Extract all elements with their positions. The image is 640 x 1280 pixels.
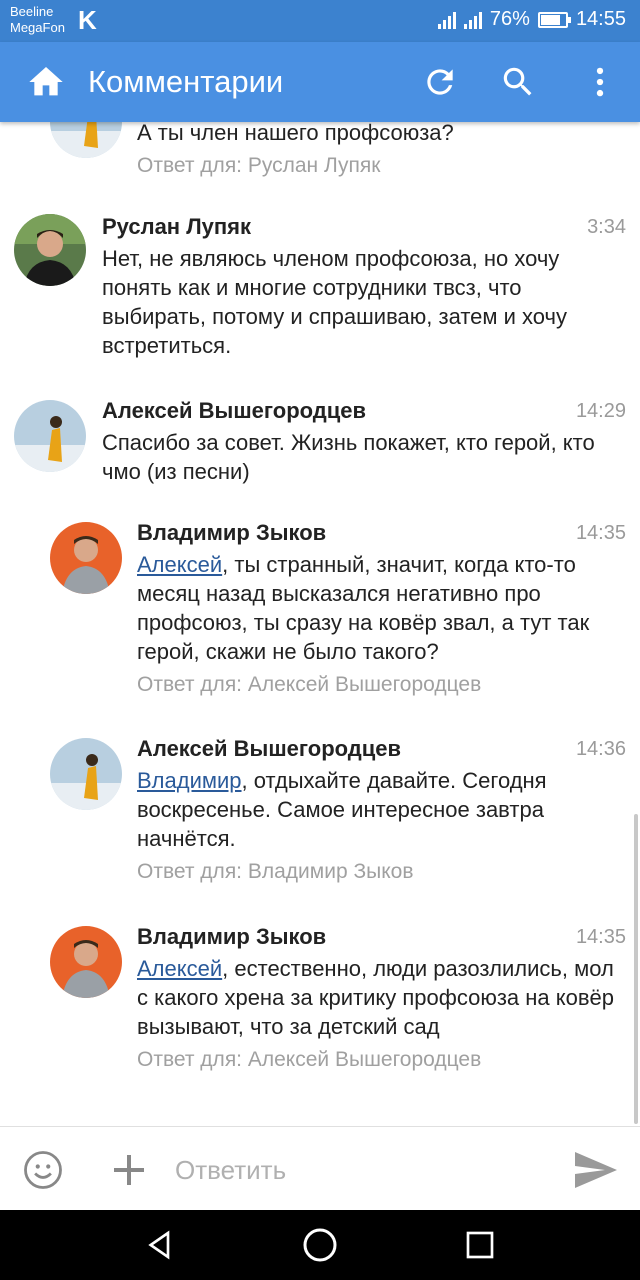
- reply-to-label[interactable]: Ответ для: Алексей Вышегородцев: [137, 1045, 626, 1075]
- comment-text: Алексей, ты странный, значит, когда кто-…: [137, 550, 626, 666]
- status-bar: Beeline MegaFon K 76% 14:55: [0, 0, 640, 42]
- avatar-ruslan[interactable]: [14, 214, 86, 286]
- comment-text: А ты член нашего профсоюза?: [137, 122, 454, 145]
- home-circle-icon[interactable]: [300, 1225, 340, 1265]
- comment-author[interactable]: Руслан Лупяк: [102, 212, 626, 242]
- scrollbar[interactable]: [634, 814, 638, 1124]
- system-nav-bar: [0, 1210, 640, 1280]
- back-triangle-icon[interactable]: [140, 1225, 180, 1265]
- more-vert-icon[interactable]: [578, 60, 622, 104]
- avatar-aleksey[interactable]: [50, 122, 122, 158]
- battery-percent: 76%: [489, 8, 530, 30]
- recents-square-icon[interactable]: [460, 1225, 500, 1265]
- comment-time: 14:35: [575, 926, 626, 948]
- comment-author[interactable]: Владимир Зыков: [137, 922, 626, 952]
- carrier-2: MegaFon: [10, 20, 65, 35]
- reply-to-label[interactable]: Ответ для: Владимир Зыков: [137, 857, 626, 887]
- comment-text: Владимир, отдыхайте давайте. Сегодня вос…: [137, 766, 626, 853]
- reply-input[interactable]: Ответить: [175, 1153, 286, 1187]
- comment-author[interactable]: Владимир Зыков: [137, 518, 626, 548]
- avatar-vladimir[interactable]: [50, 522, 122, 594]
- search-icon[interactable]: [496, 60, 540, 104]
- reply-bar: Ответить: [0, 1126, 640, 1211]
- carrier-labels: Beeline MegaFon: [10, 4, 65, 36]
- comment-text: Спасибо за совет. Жизнь покажет, кто гер…: [102, 430, 595, 484]
- app-badge-icon: K: [78, 5, 97, 35]
- clock: 14:55: [575, 8, 626, 30]
- signal-1-icon: [437, 11, 456, 29]
- carrier-1: Beeline: [10, 4, 54, 19]
- comment-time: 14:36: [575, 738, 626, 760]
- home-icon[interactable]: [26, 62, 66, 102]
- app-bar: Комментарии: [0, 42, 640, 122]
- reply-to-label[interactable]: Ответ для: Алексей Вышегородцев: [137, 670, 626, 700]
- mention-link[interactable]: Алексей: [137, 552, 222, 577]
- avatar-vladimir[interactable]: [50, 926, 122, 998]
- signal-2-icon: [463, 11, 482, 29]
- comment-text: Алексей, естественно, люди разозлились, …: [137, 954, 626, 1041]
- avatar-aleksey[interactable]: [50, 738, 122, 810]
- comment-item: Руслан Лупяк 3:34 Нет, не являюсь членом…: [0, 212, 640, 372]
- mention-link[interactable]: Алексей: [137, 956, 222, 981]
- avatar-aleksey[interactable]: [14, 400, 86, 472]
- battery-icon: [537, 11, 571, 28]
- comment-item: Алексей Вышегородцев 14:29 Спасибо за со…: [0, 396, 640, 506]
- comment-item: Владимир Зыков 14:35 Алексей, естественн…: [0, 922, 640, 1112]
- comment-author[interactable]: Алексей Вышегородцев: [137, 734, 626, 764]
- page-title: Комментарии: [88, 64, 284, 99]
- comment-item: Владимир Зыков 14:35 Алексей, ты странны…: [0, 518, 640, 708]
- comment-author[interactable]: Алексей Вышегородцев: [102, 396, 626, 426]
- comment-time: 3:34: [587, 216, 626, 238]
- reply-to-label[interactable]: Ответ для: Руслан Лупяк: [137, 151, 617, 181]
- comment-time: 14:35: [575, 522, 626, 544]
- comment-time: 14:29: [575, 400, 626, 422]
- comment-item: Алексей Вышегородцев 14:36 Владимир, отд…: [0, 734, 640, 894]
- emoji-icon[interactable]: [18, 1145, 68, 1195]
- refresh-icon[interactable]: [418, 60, 462, 104]
- comment-text: Нет, не являюсь членом профсоюза, но хоч…: [102, 246, 567, 358]
- send-icon[interactable]: [570, 1145, 620, 1195]
- comment-feed[interactable]: А ты член нашего профсоюза? Ответ для: Р…: [0, 122, 640, 1126]
- plus-icon[interactable]: [104, 1145, 154, 1195]
- comment-item: А ты член нашего профсоюза? Ответ для: Р…: [0, 122, 640, 192]
- mention-link[interactable]: Владимир: [137, 768, 242, 793]
